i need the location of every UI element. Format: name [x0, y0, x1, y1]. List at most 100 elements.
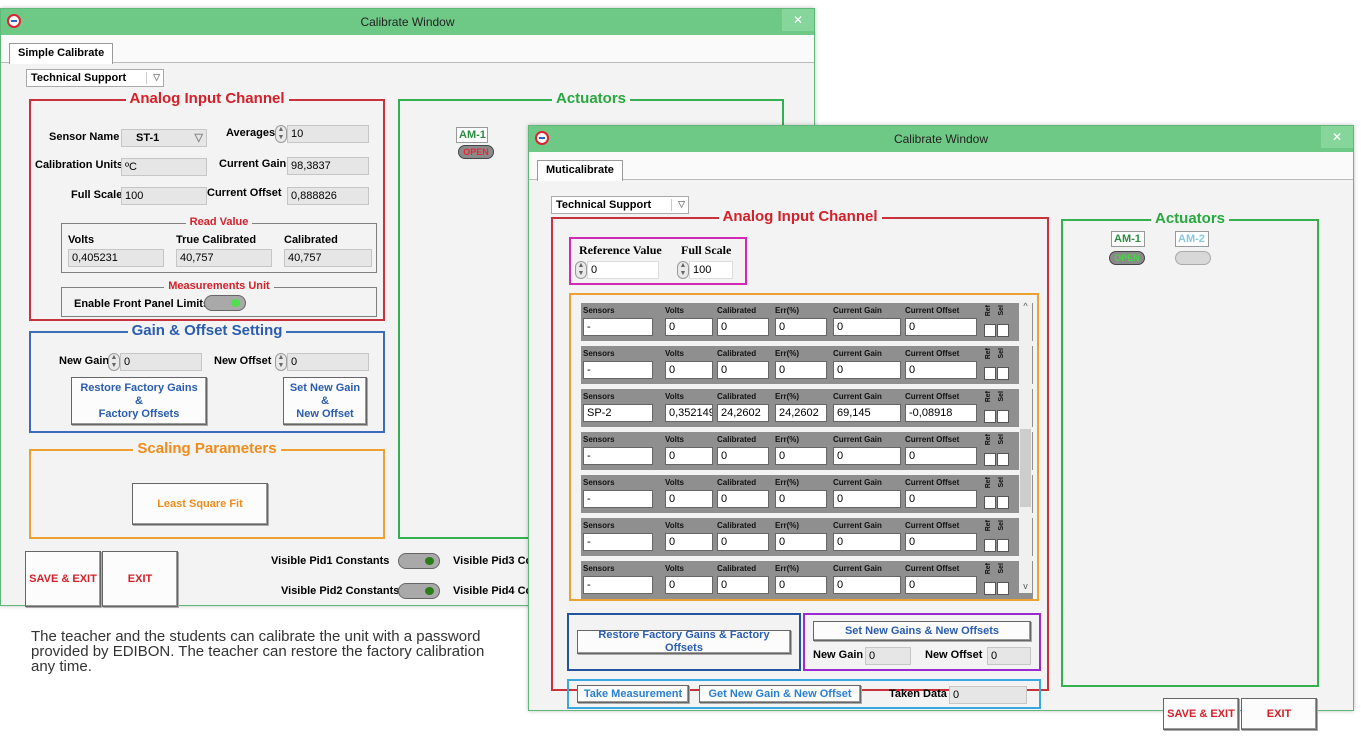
- ref-checkbox[interactable]: [984, 582, 996, 595]
- ref-checkbox[interactable]: [984, 496, 996, 509]
- get-new-gain-offset-button[interactable]: Get New Gain & New Offset: [699, 685, 861, 703]
- cell-sensors[interactable]: -: [583, 447, 653, 465]
- am1-open-button[interactable]: OPEN: [458, 145, 494, 159]
- new-gain-field[interactable]: 0: [120, 353, 202, 371]
- column-header-calibrated: Calibrated: [717, 392, 757, 401]
- cell-gain[interactable]: 0: [833, 576, 901, 594]
- cell-gain[interactable]: 0: [833, 490, 901, 508]
- cell-gain[interactable]: 69,145: [833, 404, 901, 422]
- cell-sensors[interactable]: -: [583, 361, 653, 379]
- close-button[interactable]: ✕: [1321, 126, 1353, 148]
- cell-offset[interactable]: 0: [905, 361, 977, 379]
- cell-gain[interactable]: 0: [833, 533, 901, 551]
- pid2-toggle[interactable]: [398, 583, 440, 599]
- cell-volts[interactable]: 0: [665, 533, 713, 551]
- cell-calibrated[interactable]: 0: [717, 447, 769, 465]
- cell-volts[interactable]: 0: [665, 318, 713, 336]
- technical-support-dropdown[interactable]: Technical Support ▽: [26, 69, 164, 87]
- exit-button[interactable]: EXIT: [102, 551, 178, 607]
- cell-err[interactable]: 0: [775, 490, 827, 508]
- cell-sensors[interactable]: SP-2: [583, 404, 653, 422]
- averages-field[interactable]: 10: [287, 125, 369, 143]
- new-gain-field[interactable]: 0: [865, 647, 911, 665]
- new-offset-field[interactable]: 0: [987, 647, 1031, 665]
- cell-volts[interactable]: 0: [665, 490, 713, 508]
- cell-offset[interactable]: 0: [905, 318, 977, 336]
- cell-sensors[interactable]: -: [583, 490, 653, 508]
- sensor-name-select[interactable]: ST-1 ▽: [121, 129, 207, 147]
- cell-offset[interactable]: 0: [905, 447, 977, 465]
- am1-open-button[interactable]: OPEN: [1109, 251, 1145, 265]
- cell-calibrated[interactable]: 0: [717, 490, 769, 508]
- cell-offset[interactable]: 0: [905, 576, 977, 594]
- sel-checkbox[interactable]: [997, 367, 1009, 380]
- sel-checkbox[interactable]: [997, 410, 1009, 423]
- scroll-thumb[interactable]: [1020, 429, 1031, 507]
- cell-offset[interactable]: -0,08918: [905, 404, 977, 422]
- restore-line-3: Factory Offsets: [98, 407, 180, 420]
- cell-err[interactable]: 24,2602: [775, 404, 827, 422]
- scroll-up-icon[interactable]: ^: [1019, 301, 1032, 313]
- cell-offset[interactable]: 0: [905, 533, 977, 551]
- tab-simple-calibrate[interactable]: Simple Calibrate: [9, 43, 114, 64]
- enable-limits-toggle[interactable]: [204, 295, 246, 311]
- ref-checkbox[interactable]: [984, 324, 996, 337]
- column-header-err: Err(%): [775, 521, 800, 530]
- exit-button[interactable]: EXIT: [1241, 698, 1317, 730]
- scroll-down-icon[interactable]: v: [1019, 581, 1032, 593]
- close-button[interactable]: ✕: [782, 9, 814, 31]
- cell-calibrated[interactable]: 0: [717, 361, 769, 379]
- averages-spinner[interactable]: ▲ ▼: [275, 125, 287, 143]
- sel-checkbox[interactable]: [997, 539, 1009, 552]
- cell-gain[interactable]: 0: [833, 318, 901, 336]
- least-square-fit-button[interactable]: Least Square Fit: [132, 483, 268, 525]
- save-exit-button[interactable]: SAVE & EXIT: [25, 551, 101, 607]
- sel-checkbox[interactable]: [997, 496, 1009, 509]
- cell-calibrated[interactable]: 24,2602: [717, 404, 769, 422]
- cell-err[interactable]: 0: [775, 447, 827, 465]
- save-exit-button[interactable]: SAVE & EXIT: [1163, 698, 1239, 730]
- full-scale-spinner[interactable]: ▲ ▼: [677, 261, 689, 279]
- cell-calibrated[interactable]: 0: [717, 576, 769, 594]
- am2-toggle[interactable]: [1175, 251, 1211, 265]
- ref-checkbox[interactable]: [984, 453, 996, 466]
- cell-gain[interactable]: 0: [833, 447, 901, 465]
- cell-calibrated[interactable]: 0: [717, 318, 769, 336]
- cell-err[interactable]: 0: [775, 533, 827, 551]
- cell-gain[interactable]: 0: [833, 361, 901, 379]
- take-measurement-button[interactable]: Take Measurement: [577, 685, 689, 703]
- new-gain-spinner[interactable]: ▲ ▼: [108, 353, 120, 371]
- cell-calibrated[interactable]: 0: [717, 533, 769, 551]
- set-new-gain-button[interactable]: Set New Gain & New Offset: [283, 377, 367, 425]
- restore-factory-button[interactable]: Restore Factory Gains & Factory Offsets: [71, 377, 207, 425]
- restore-factory-button[interactable]: Restore Factory Gains & Factory Offsets: [577, 629, 791, 654]
- sel-checkbox[interactable]: [997, 453, 1009, 466]
- cell-sensors[interactable]: -: [583, 576, 653, 594]
- reference-value-field[interactable]: 0: [587, 261, 659, 279]
- set-new-gains-button[interactable]: Set New Gains & New Offsets: [813, 621, 1031, 641]
- ref-checkbox[interactable]: [984, 410, 996, 423]
- tab-muticalibrate[interactable]: Muticalibrate: [537, 160, 623, 181]
- ref-checkbox[interactable]: [984, 539, 996, 552]
- cell-err[interactable]: 0: [775, 318, 827, 336]
- cell-err[interactable]: 0: [775, 361, 827, 379]
- new-offset-field[interactable]: 0: [287, 353, 369, 371]
- cell-sensors[interactable]: -: [583, 318, 653, 336]
- cell-offset[interactable]: 0: [905, 490, 977, 508]
- averages-label: Averages: [226, 127, 276, 139]
- cell-sensors[interactable]: -: [583, 533, 653, 551]
- ref-checkbox[interactable]: [984, 367, 996, 380]
- cell-volts[interactable]: 0,352149: [665, 404, 713, 422]
- cell-volts[interactable]: 0: [665, 361, 713, 379]
- full-scale-field[interactable]: 100: [689, 261, 733, 279]
- cell-volts[interactable]: 0: [665, 447, 713, 465]
- cell-volts[interactable]: 0: [665, 576, 713, 594]
- cell-err[interactable]: 0: [775, 576, 827, 594]
- reference-spinner[interactable]: ▲ ▼: [575, 261, 587, 279]
- scrollbar[interactable]: ^ v: [1019, 301, 1032, 593]
- sel-checkbox[interactable]: [997, 324, 1009, 337]
- sel-checkbox[interactable]: [997, 582, 1009, 595]
- am1-label: AM-1: [1111, 231, 1145, 247]
- new-offset-spinner[interactable]: ▲ ▼: [275, 353, 287, 371]
- pid1-toggle[interactable]: [398, 553, 440, 569]
